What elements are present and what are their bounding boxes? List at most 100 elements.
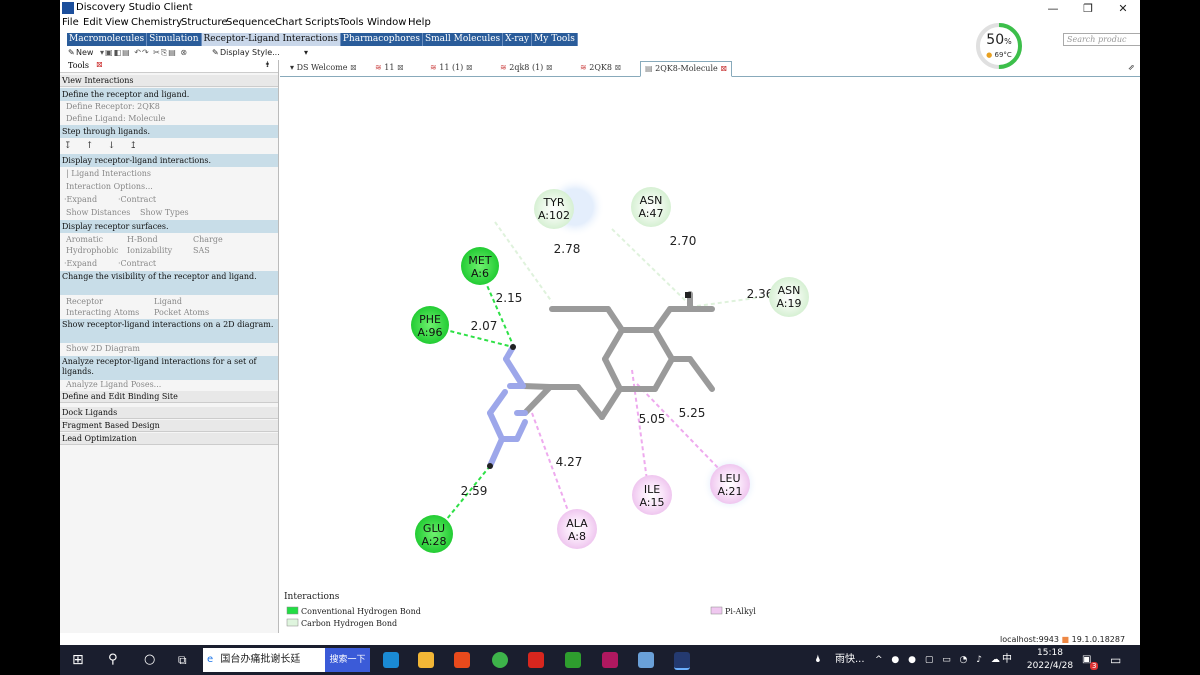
tab-small-molecules[interactable]: Small Molecules	[423, 33, 504, 46]
dock-ligands-header[interactable]: Dock Ligands	[60, 407, 278, 419]
svg-text:A:19: A:19	[776, 297, 801, 310]
clock-time: 15:18	[1037, 648, 1063, 658]
discovery-studio-icon[interactable]	[674, 652, 690, 670]
residue-tyr102[interactable]: TYRA:102	[534, 189, 574, 229]
search-input[interactable]: Search produc	[1063, 33, 1140, 46]
legend-swatch-pialkyl	[710, 606, 723, 615]
interaction-diagram-viewer[interactable]: 2.78 2.70 2.15 2.36 2.07 5.05 5.25 4.27 …	[280, 77, 1140, 633]
taskbar: ⊞ ⚲ ○ ⧉ e 国台办痛批谢长廷 搜索一下 🌢 雨快... ^ ● ● ▢ …	[60, 645, 1140, 675]
legend-swatch-conventional	[286, 606, 299, 615]
ligand-interactions-link[interactable]: | Ligand Interactions	[66, 168, 284, 180]
menu-view[interactable]: View	[105, 17, 129, 28]
chemdraw-icon[interactable]	[565, 652, 581, 668]
browser-search-text: 国台办痛批谢长廷	[220, 654, 301, 665]
cortana-icon[interactable]: ○	[144, 645, 155, 675]
menu-sequence[interactable]: Sequence	[226, 17, 275, 28]
doc-tab-11[interactable]: ≋ 11 ⊠	[375, 61, 404, 75]
residue-leu21[interactable]: LEUA:21	[710, 464, 750, 504]
display-style-icon[interactable]: ✎	[212, 48, 219, 57]
fragment-design-header[interactable]: Fragment Based Design	[60, 420, 278, 432]
menu-scripts[interactable]: Scripts	[305, 17, 339, 28]
distance-ala8: 4.27	[556, 455, 583, 469]
distance-tyr102: 2.78	[554, 242, 581, 256]
residue-asn47[interactable]: ASNA:47	[631, 187, 671, 227]
clock[interactable]: 15:18 2022/4/28	[1022, 647, 1078, 673]
doc-tab-2qk8-molecule[interactable]: ▤ 2QK8-Molecule ⊠	[640, 61, 733, 77]
doc-tab-11-1[interactable]: ≋ 11 (1) ⊠	[430, 61, 473, 75]
step-header: Step through ligands.	[60, 125, 278, 138]
menu-tools[interactable]: Tools	[339, 17, 364, 28]
ime-indicator[interactable]: 中	[1002, 645, 1012, 675]
residue-asn19[interactable]: ASNA:19	[769, 277, 809, 317]
doc-tab-2qk8[interactable]: ≋ 2QK8 ⊠	[580, 61, 621, 75]
close-button[interactable]: ✕	[1105, 0, 1140, 17]
server-status: localhost:9943	[1000, 635, 1059, 644]
menu-help[interactable]: Help	[408, 17, 431, 28]
svg-text:ASN: ASN	[778, 284, 801, 297]
step-arrow-icons[interactable]: ↧ ↑ ↓ ↥	[64, 140, 282, 152]
residue-met6[interactable]: META:6	[461, 247, 499, 285]
close-icon[interactable]: ⊠	[96, 60, 103, 69]
menu-file[interactable]: File	[62, 17, 79, 28]
tools-title: Tools	[68, 61, 90, 70]
file-explorer-icon[interactable]	[418, 652, 434, 668]
wps-icon[interactable]	[528, 652, 544, 668]
residue-ala8[interactable]: ALAA:8	[557, 509, 597, 549]
interaction-options-link[interactable]: Interaction Options...	[66, 181, 284, 193]
weather-icon[interactable]: 🌢	[815, 645, 821, 675]
residue-ile15[interactable]: ILEA:15	[632, 475, 672, 515]
tab-xray[interactable]: X-ray	[503, 33, 533, 46]
maximize-button[interactable]: ❐	[1070, 0, 1106, 17]
analyze-poses-link[interactable]: Analyze Ligand Poses...	[66, 379, 284, 391]
office-icon[interactable]	[454, 652, 470, 668]
svg-text:ILE: ILE	[644, 483, 660, 496]
show-2d-diagram-link[interactable]: Show 2D Diagram	[66, 343, 284, 355]
task-view-icon[interactable]: ⧉	[178, 645, 187, 675]
browser-search-button[interactable]: 搜索一下	[325, 648, 370, 672]
menu-chart[interactable]: Chart	[275, 17, 302, 28]
doc-tab-2qk8-1[interactable]: ≋ 2qk8 (1) ⊠	[500, 61, 553, 75]
new-button[interactable]: New	[76, 48, 93, 57]
new-icon[interactable]: ✎	[68, 48, 75, 57]
edge-icon[interactable]	[383, 652, 399, 668]
menu-edit[interactable]: Edit	[83, 17, 102, 28]
residue-glu28[interactable]: GLUA:28	[415, 515, 453, 553]
version-label: 19.1.0.18287	[1071, 635, 1126, 644]
menu-chemistry[interactable]: Chemistry	[131, 17, 182, 28]
line-tyr102	[494, 221, 553, 303]
app-logo-icon	[62, 2, 74, 14]
define-receptor-link[interactable]: Define Receptor: 2QK8	[66, 101, 284, 113]
menu-structure[interactable]: Structure	[181, 17, 228, 28]
lead-optimization-header[interactable]: Lead Optimization	[60, 433, 278, 445]
start-icon[interactable]: ⊞	[72, 645, 84, 675]
chem3d-icon[interactable]	[602, 652, 618, 668]
browser-360-icon[interactable]	[492, 652, 508, 668]
svg-text:A:6: A:6	[471, 267, 489, 280]
doc-tab-welcome[interactable]: ▾ DS Welcome ⊠	[290, 61, 357, 75]
restore-icon[interactable]: ⇗	[1128, 61, 1135, 75]
residue-phe96[interactable]: PHEA:96	[411, 306, 449, 344]
toolbar-icons[interactable]: ▾▣◧▤ ↶↷ ✂⎘▤ ⊗	[100, 48, 188, 58]
image-viewer-icon[interactable]	[638, 652, 654, 668]
tab-macromolecules[interactable]: Macromolecules	[67, 33, 148, 46]
notification-app-icon[interactable]: ▣	[1082, 645, 1091, 675]
view-interactions-header[interactable]: View Interactions	[60, 75, 278, 87]
binding-site-header[interactable]: Define and Edit Binding Site	[60, 391, 278, 403]
tray-icons[interactable]: ^ ● ● ▢ ▭ ◔ ♪ ☁	[875, 645, 1003, 675]
tab-my-tools[interactable]: My Tools	[532, 33, 578, 46]
menu-window[interactable]: Window	[367, 17, 406, 28]
chevron-down-icon[interactable]: ▾	[304, 48, 308, 57]
action-center-icon[interactable]: ▭	[1110, 645, 1121, 675]
pin-icon[interactable]: ⇟	[264, 60, 271, 69]
minimize-button[interactable]: —	[1035, 0, 1071, 17]
display-style-button[interactable]: Display Style...	[220, 48, 280, 57]
weather-text[interactable]: 雨快...	[835, 645, 865, 675]
gauge-percent: 50%	[986, 32, 1012, 48]
svg-text:A:96: A:96	[417, 326, 442, 339]
tab-pharmacophores[interactable]: Pharmacophores	[341, 33, 423, 46]
define-ligand-link[interactable]: Define Ligand: Molecule	[66, 113, 284, 125]
search-icon[interactable]: ⚲	[108, 645, 118, 675]
tab-receptor-ligand[interactable]: Receptor-Ligand Interactions	[201, 33, 341, 46]
tab-simulation[interactable]: Simulation	[147, 33, 202, 46]
ligand-structure	[487, 291, 715, 469]
